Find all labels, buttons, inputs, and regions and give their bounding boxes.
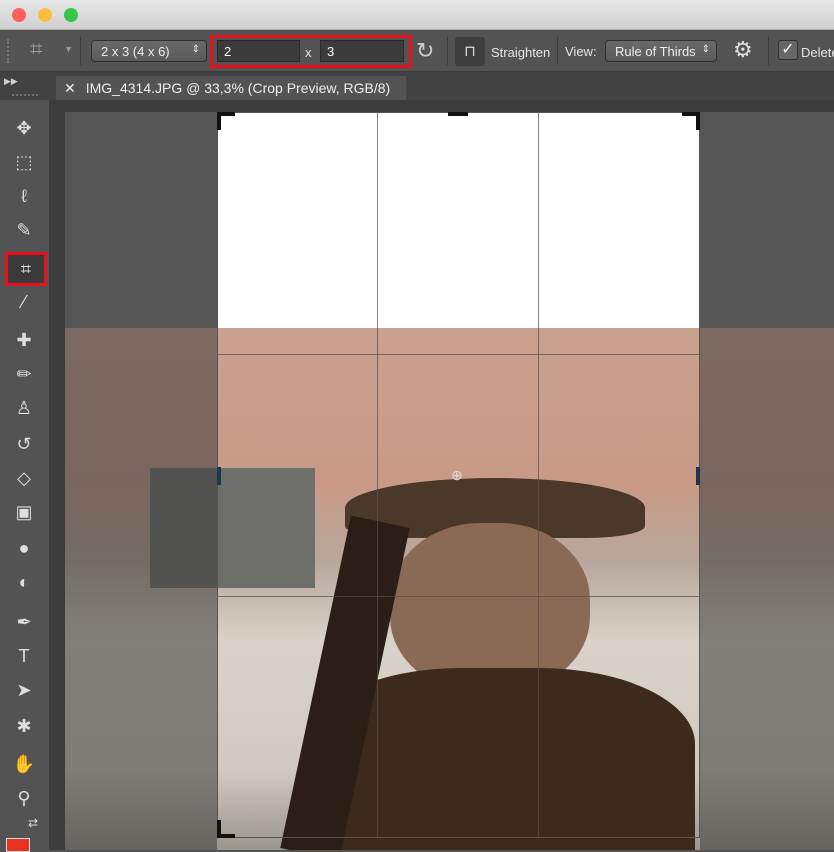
eyedropper-tool[interactable]: ⁄ [9,288,39,316]
minimize-window-button[interactable] [38,8,52,22]
crop-handle-bottom-left[interactable] [217,834,235,838]
healing-tool[interactable]: ✚ [9,326,39,354]
document-canvas[interactable]: ⊕ [65,112,834,850]
updown-icon: ⇕ [191,44,200,55]
delete-cropped-checkbox[interactable]: ✓ [778,40,798,60]
document-tab[interactable]: ✕ IMG_4314.JPG @ 33,3% (Crop Preview, RGB… [56,76,406,100]
divider [80,37,81,65]
ratio-height-input[interactable]: 3 [320,40,404,62]
quick-select-tool[interactable]: ✎ [9,216,39,244]
view-select[interactable]: Rule of Thirds ⇕ [605,40,717,62]
straighten-icon[interactable]: ⊓ [455,37,485,66]
crop-tool-preset-icon[interactable]: ⌗ [30,36,42,62]
path-select-tool[interactable]: ➤ [9,676,39,704]
divider [447,37,448,65]
crop-tool[interactable]: ⌗ [5,252,47,286]
crop-handle-top[interactable] [448,112,468,116]
move-tool[interactable]: ✥ [9,114,39,142]
type-tool[interactable]: T [9,642,39,670]
options-bar: ⌗ ▼ 2 x 3 (4 x 6) ⇕ 2 x 3 ↻ ⊓ Straighten … [0,30,834,72]
ratio-preset-value: 2 x 3 (4 x 6) [101,44,170,59]
crop-handle-right[interactable] [696,467,700,485]
zoom-tool[interactable]: ⚲ [9,784,39,812]
gradient-tool[interactable]: ▣ [9,498,39,526]
view-label: View: [565,44,597,59]
close-window-button[interactable] [12,8,26,22]
stamp-tool[interactable]: ♙ [9,394,39,422]
grip-icon [12,94,38,97]
document-title: IMG_4314.JPG @ 33,3% (Crop Preview, RGB/… [85,80,391,96]
crop-handle-left[interactable] [217,467,221,485]
brush-tool[interactable]: ✏ [9,360,39,388]
crop-shield-right [700,112,834,850]
ratio-preset-select[interactable]: 2 x 3 (4 x 6) ⇕ [91,40,207,62]
delete-cropped-label: Delete [801,45,834,60]
history-brush-tool[interactable]: ↺ [9,430,39,458]
grip-icon [7,39,10,63]
eraser-tool[interactable]: ◇ [9,464,39,492]
pen-tool[interactable]: ✒ [9,608,39,636]
crop-handle-top-left[interactable] [217,112,221,130]
view-value: Rule of Thirds [615,44,696,59]
crop-shield-left [65,112,217,850]
swap-ratio-icon[interactable]: ↻ [416,38,434,64]
gear-icon[interactable]: ⚙ [733,37,753,63]
canvas-area[interactable]: ⊕ [50,100,834,850]
crop-center-icon: ⊕ [451,467,463,483]
ratio-width-input[interactable]: 2 [217,40,300,62]
straighten-button[interactable]: Straighten [491,45,550,60]
preset-dropdown-arrow-icon[interactable]: ▼ [64,44,73,54]
lasso-tool[interactable]: ℓ [9,182,39,210]
ratio-separator: x [305,45,312,60]
collapse-panel-icon[interactable]: ▶▶ [4,76,18,87]
swap-colors-icon[interactable]: ⇄ [28,816,38,830]
hand-tool[interactable]: ✋ [9,750,39,778]
dodge-tool[interactable]: ◐ [9,568,39,596]
divider [768,37,769,65]
close-tab-icon[interactable]: ✕ [64,80,76,96]
marquee-tool[interactable]: ⬚ [9,148,39,176]
zoom-window-button[interactable] [64,8,78,22]
shape-tool[interactable]: ✱ [9,712,39,740]
crop-handle-top-right[interactable] [696,112,700,130]
tab-bar: ▶▶ ✕ IMG_4314.JPG @ 33,3% (Crop Preview, … [0,72,834,100]
updown-icon: ⇕ [701,44,710,55]
blur-tool[interactable]: ● [9,534,39,562]
title-bar [0,0,834,30]
tools-panel: ✥ ⬚ ℓ ✎ ⌗ ⁄ ✚ ✏ ♙ ↺ ◇ ▣ ● ◐ ✒ T ➤ ✱ ✋ ⚲ ⇄ [0,94,50,852]
divider [557,37,558,65]
